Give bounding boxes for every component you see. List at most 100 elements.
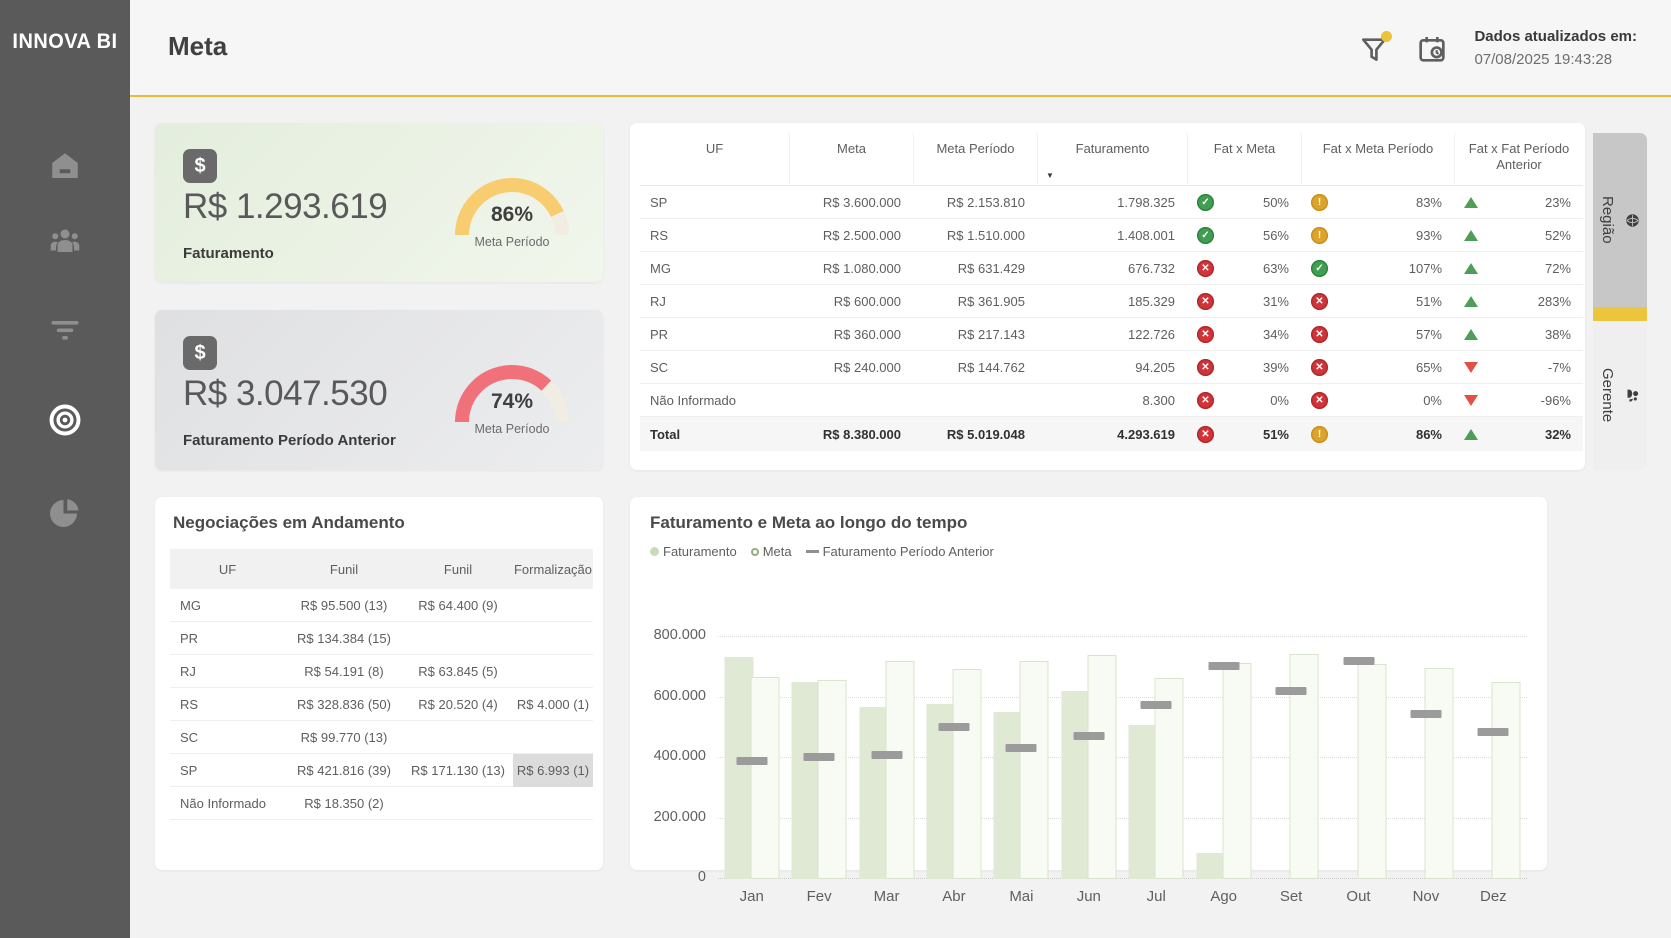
header-actions: Dados atualizados em: 07/08/2025 19:43:2… (1358, 0, 1637, 97)
y-axis-tick: 600.000 (630, 688, 706, 704)
percent-value: 31% (1263, 294, 1289, 309)
gauge-percent: 74% (447, 390, 577, 414)
column-header[interactable]: Fat x Fat Período Anterior (1454, 133, 1583, 186)
column-header[interactable]: Fat x Meta (1187, 133, 1301, 186)
bar-meta (885, 661, 914, 879)
column-header[interactable]: Meta Período (913, 133, 1037, 186)
kpi-card-faturamento: $ R$ 1.293.619 Faturamento 86% Meta Perí… (155, 123, 603, 282)
prev-period-dash-marker (1141, 701, 1172, 709)
x-axis-label: Jul (1123, 888, 1190, 905)
sidebar-item-funnel[interactable] (0, 312, 130, 353)
faturamento-cell: 8.300 (1037, 393, 1187, 408)
region-table: UFMetaMeta PeríodoFaturamento▼Fat x Meta… (640, 133, 1583, 451)
bar-pair (859, 661, 914, 879)
bar-pair (724, 657, 779, 879)
column-header[interactable]: Funil (285, 562, 403, 577)
tab-label: Região (1599, 196, 1616, 244)
page-title: Meta (168, 31, 227, 62)
percent-value: -7% (1548, 360, 1571, 375)
bar-pair (792, 680, 847, 879)
chart-card: Faturamento e Meta ao longo do tempo Fat… (630, 497, 1547, 870)
negotiations-table: UFFunilFunilFormalização MGR$ 95.500 (13… (170, 549, 593, 820)
gauge-meta-periodo: 74% Meta Período (447, 360, 577, 452)
uf-cell: RS (640, 228, 789, 243)
percent-value: 63% (1263, 261, 1289, 276)
month-group: Jan (718, 637, 785, 879)
sidebar-item-home[interactable] (0, 148, 130, 189)
fat-x-fat-anterior-cell: 38% (1454, 327, 1583, 342)
bar-meta (952, 669, 981, 879)
sidebar-item-target[interactable] (0, 402, 130, 443)
month-group: Out (1325, 637, 1392, 879)
sidebar-item-users[interactable] (0, 222, 130, 263)
trend-up-icon (1464, 329, 1478, 340)
column-header[interactable]: Funil (403, 562, 513, 577)
bar-faturamento (994, 712, 1023, 879)
gauge-caption: Meta Período (447, 235, 577, 249)
uf-cell: Não Informado (170, 796, 285, 811)
table-row: Não InformadoR$ 18.350 (2) (170, 787, 593, 820)
fat-x-meta-cell: ✕34% (1187, 326, 1301, 343)
trend-up-icon (1464, 429, 1478, 440)
table-row: MGR$ 1.080.000R$ 631.429676.732✕63%✓107%… (640, 252, 1583, 285)
meta-periodo-cell: R$ 144.762 (913, 360, 1037, 375)
faturamento-cell: 1.798.325 (1037, 195, 1187, 210)
bar-faturamento (859, 707, 888, 879)
column-header[interactable]: UF (170, 562, 285, 577)
percent-value: 52% (1545, 228, 1571, 243)
meta-periodo-cell: R$ 217.143 (913, 327, 1037, 342)
bar-meta (1020, 661, 1049, 879)
column-header[interactable]: UF (640, 133, 789, 186)
uf-cell: SC (170, 730, 285, 745)
uf-cell: Não Informado (640, 393, 789, 408)
x-circle-icon: ✕ (1197, 293, 1214, 310)
calendar-button[interactable] (1416, 33, 1448, 65)
column-header[interactable]: Faturamento▼ (1037, 133, 1187, 186)
meta-periodo-cell: R$ 361.905 (913, 294, 1037, 309)
fat-x-meta-periodo-cell: ✓107% (1301, 260, 1454, 277)
bars-row: JanFevMarAbrMaiJunJulAgoSetOutNovDez (718, 637, 1527, 879)
funil-cell: R$ 99.770 (13) (285, 730, 403, 745)
column-header[interactable]: Formalização (513, 562, 593, 577)
prev-period-dash-marker (871, 751, 902, 759)
column-header[interactable]: Fat x Meta Período (1301, 133, 1454, 186)
meta-periodo-cell: R$ 2.153.810 (913, 195, 1037, 210)
tab-regiao[interactable]: Região (1593, 133, 1647, 307)
negotiations-card: Negociações em Andamento UFFunilFunilFor… (155, 497, 603, 870)
sidebar-item-pie[interactable] (0, 494, 130, 535)
bar-meta (1222, 663, 1251, 879)
last-updated-value: 07/08/2025 19:43:28 (1474, 49, 1637, 72)
table-row: PRR$ 360.000R$ 217.143122.726✕34%✕57%38% (640, 318, 1583, 351)
bar-faturamento (724, 657, 753, 879)
table-view-tabs: Região Gerente (1593, 133, 1647, 470)
month-group: Jul (1123, 637, 1190, 879)
column-header[interactable]: Meta (789, 133, 913, 186)
percent-value: 0% (1423, 393, 1442, 408)
x-circle-icon: ✕ (1311, 293, 1328, 310)
uf-cell: SC (640, 360, 789, 375)
percent-value: 65% (1416, 360, 1442, 375)
percent-value: 23% (1545, 195, 1571, 210)
region-table-body: SPR$ 3.600.000R$ 2.153.8101.798.325✓50%!… (640, 186, 1583, 451)
month-group: Ago (1190, 637, 1257, 879)
fat-x-fat-anterior-cell: 283% (1454, 294, 1583, 309)
uf-cell: MG (170, 598, 285, 613)
funil-cell: R$ 54.191 (8) (285, 664, 403, 679)
tab-gerente[interactable]: Gerente (1593, 321, 1647, 470)
prev-period-dash-marker (1006, 744, 1037, 752)
sort-descending-icon: ▼ (1046, 171, 1054, 181)
legend-label: Faturamento Período Anterior (823, 544, 994, 559)
fat-x-meta-cell: ✓56% (1187, 227, 1301, 244)
month-group: Nov (1392, 637, 1459, 879)
x-axis-label: Nov (1392, 888, 1459, 905)
bar-faturamento (1061, 691, 1090, 879)
x-circle-icon: ✕ (1311, 359, 1328, 376)
funil-cell: R$ 18.350 (2) (285, 796, 403, 811)
fat-x-fat-anterior-cell: 23% (1454, 195, 1583, 210)
filter-button[interactable] (1358, 33, 1390, 65)
funil-cell: R$ 328.836 (50) (285, 697, 403, 712)
header: Meta Dados atualizados em: 07/08/2025 19… (130, 0, 1671, 97)
prev-period-dash-marker (1478, 728, 1509, 736)
percent-value: 72% (1545, 261, 1571, 276)
x-circle-icon: ✕ (1197, 392, 1214, 409)
